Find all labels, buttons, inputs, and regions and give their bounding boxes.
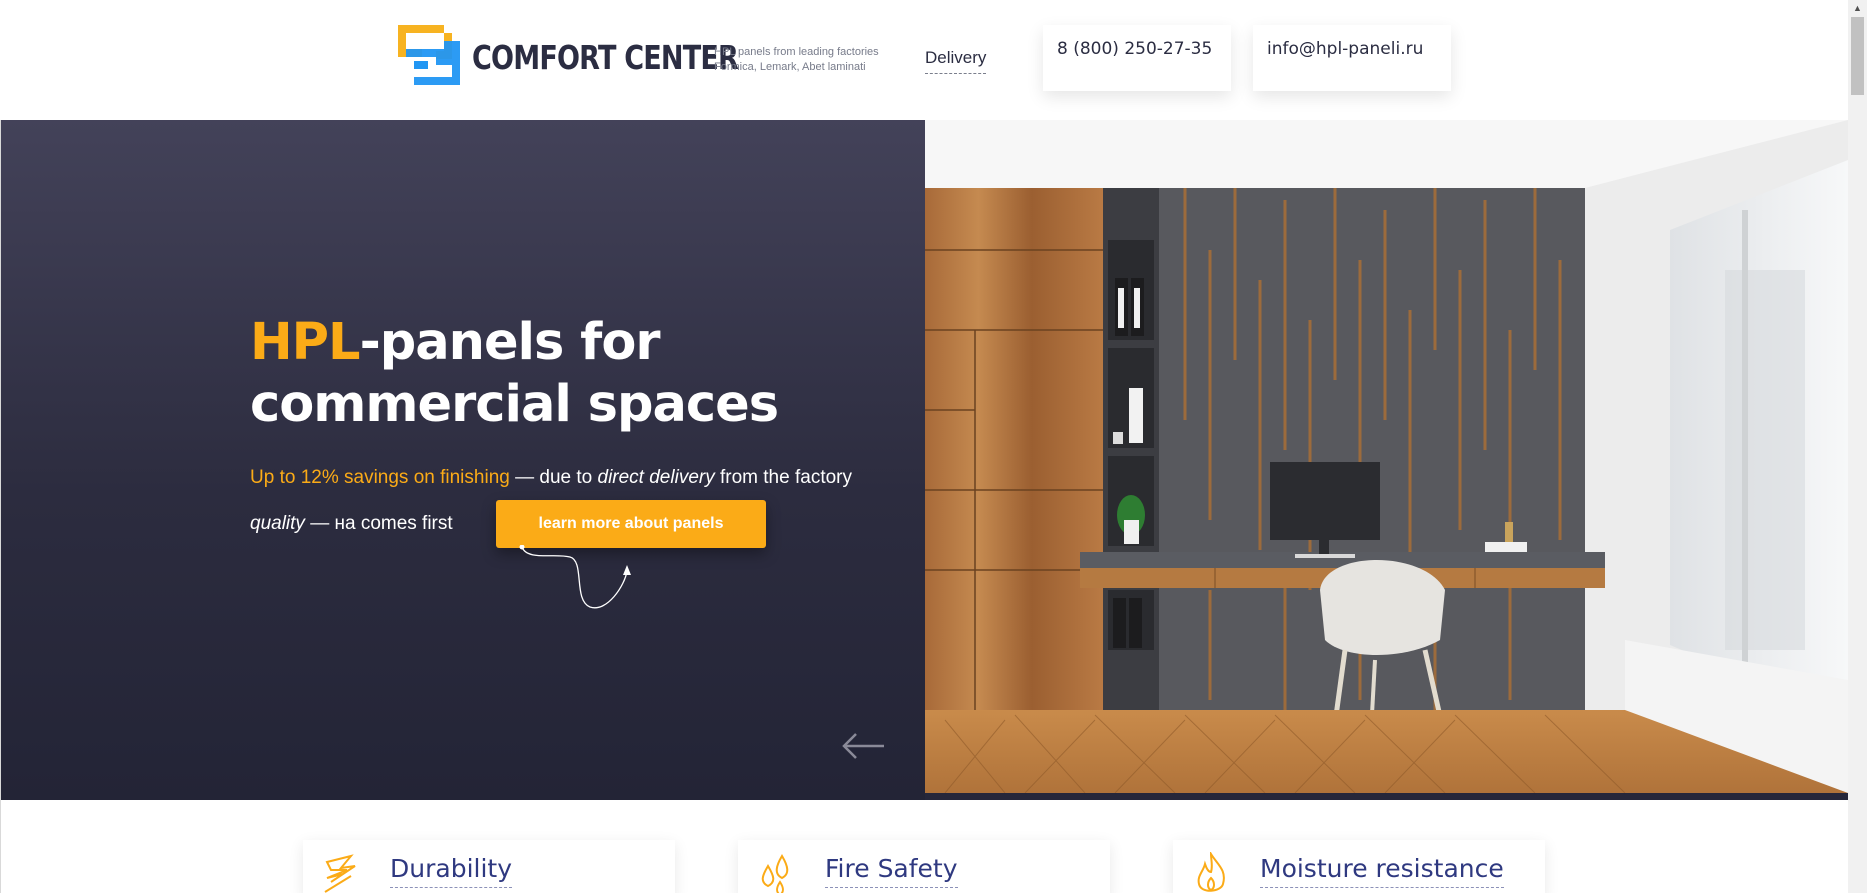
- logo-icon[interactable]: [398, 25, 460, 85]
- tagline-line-1: HPL panels from leading factories: [714, 46, 879, 58]
- feature-card-durability[interactable]: Durability: [303, 840, 675, 893]
- feature-title: Fire Safety: [825, 854, 958, 888]
- phone-number[interactable]: 8 (800) 250-27-35: [1057, 39, 1212, 59]
- hero-image: [925, 120, 1848, 793]
- savings-highlight: Up to 12% savings on finishing: [250, 467, 510, 488]
- hero-subtitle-1: Up to 12% savings on finishing — due to …: [250, 467, 852, 489]
- hero-panel: [1, 120, 925, 800]
- feature-title: Moisture resistance: [1260, 854, 1504, 888]
- tagline: HPL panels from leading factories Formic…: [714, 45, 879, 75]
- brand-name[interactable]: COMFORT CENTER: [472, 38, 739, 77]
- email-address[interactable]: info@hpl-paneli.ru: [1267, 39, 1423, 59]
- learn-more-button[interactable]: learn more about panels: [496, 500, 766, 548]
- vertical-scrollbar[interactable]: ▲: [1848, 0, 1867, 893]
- scrollbar-thumb[interactable]: [1851, 17, 1864, 95]
- subtitle-emphasis: direct delivery: [597, 467, 715, 488]
- drops-icon: [761, 854, 789, 893]
- lightning-icon: [324, 854, 356, 893]
- feature-card-fire-safety[interactable]: Fire Safety: [738, 840, 1110, 893]
- hero-title: HPL-panels for commercial spaces: [250, 312, 890, 436]
- nav-delivery-link[interactable]: Delivery: [925, 48, 987, 74]
- squiggle-arrow-icon: [519, 545, 631, 609]
- hero-subtitle-2: quality — на comes first: [250, 513, 453, 535]
- flame-icon: [1197, 852, 1225, 892]
- tagline-line-2: Formica, Lemark, Abet laminati: [714, 61, 866, 73]
- site-header: COMFORT CENTER HPL panels from leading f…: [0, 0, 1848, 120]
- arrow-left-icon[interactable]: [840, 731, 886, 761]
- hero-image-bottom-bar: [925, 793, 1848, 800]
- quality-text: — на comes first: [304, 513, 453, 534]
- subtitle-text-end: from the factory: [714, 467, 852, 488]
- feature-card-moisture-resistance[interactable]: Moisture resistance: [1173, 840, 1545, 893]
- phone-card[interactable]: 8 (800) 250-27-35: [1043, 25, 1231, 91]
- office-interior-illustration: [925, 120, 1848, 793]
- quality-emphasis: quality: [250, 513, 305, 534]
- subtitle-text: — due to: [509, 467, 598, 488]
- email-card[interactable]: info@hpl-paneli.ru: [1253, 25, 1451, 91]
- hero-title-accent: HPL: [250, 313, 361, 372]
- scroll-up-icon[interactable]: ▲: [1848, 0, 1867, 17]
- feature-title: Durability: [390, 854, 512, 888]
